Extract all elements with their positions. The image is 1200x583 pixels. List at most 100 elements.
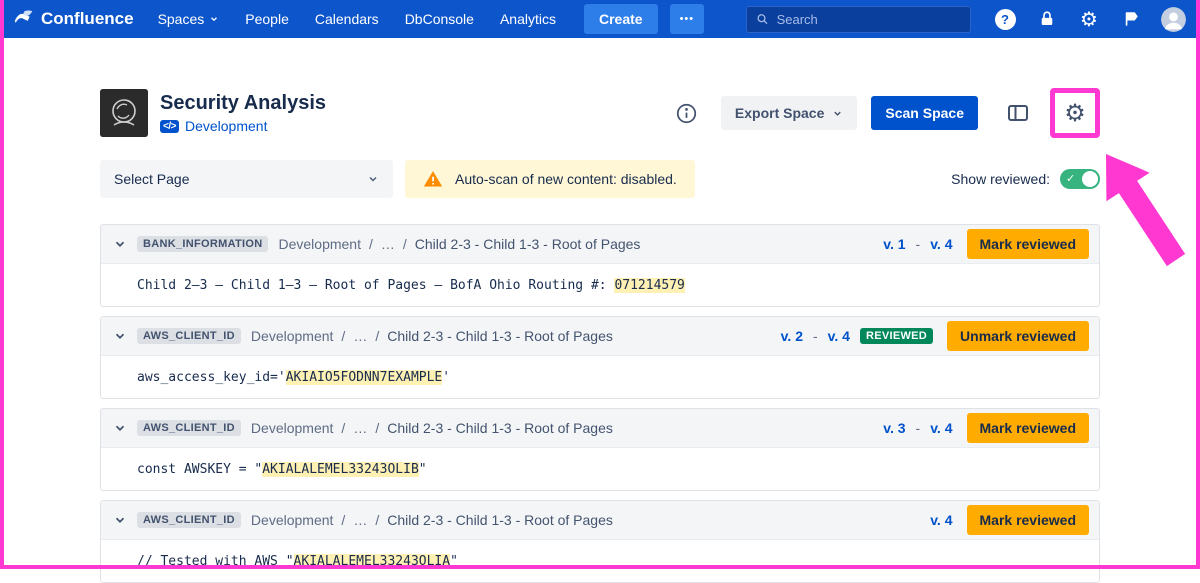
check-icon: ✓ (1066, 172, 1075, 185)
nav-item-label: Analytics (500, 11, 556, 27)
nav-item-label: DbConsole (405, 11, 474, 27)
mark-reviewed-button[interactable]: Mark reviewed (967, 505, 1090, 535)
filter-row: Select Page Auto-scan of new content: di… (100, 160, 1100, 198)
findings-list: BANK_INFORMATION Development / … / Child… (100, 224, 1100, 583)
finding-type-badge: AWS_CLIENT_ID (137, 328, 241, 344)
page-title: Security Analysis (160, 92, 326, 115)
version-to-link[interactable]: v. 4 (930, 236, 952, 252)
breadcrumb-ellipsis[interactable]: … (353, 328, 367, 344)
confluence-home-link[interactable]: Confluence (14, 7, 134, 32)
nav-more-button[interactable]: ••• (670, 4, 705, 34)
main-content: Security Analysis </> Development Export… (100, 38, 1100, 583)
flag-icon (1122, 10, 1140, 28)
gear-icon: ⚙ (1064, 101, 1086, 125)
nav-item-dbconsole[interactable]: DbConsole (405, 11, 474, 27)
export-space-label: Export Space (735, 105, 824, 121)
warning-text: Auto-scan of new content: disabled. (455, 171, 677, 187)
help-button[interactable]: ? (993, 7, 1017, 31)
breadcrumb-space-link[interactable]: Development (278, 236, 361, 252)
mark-reviewed-button[interactable]: Mark reviewed (967, 229, 1090, 259)
flag-button[interactable] (1119, 7, 1143, 31)
lock-button[interactable] (1035, 7, 1059, 31)
version-to-link[interactable]: v. 4 (930, 420, 952, 436)
finding-type-badge: AWS_CLIENT_ID (137, 512, 241, 528)
annotation-highlight-box: ⚙ (1050, 88, 1100, 138)
collapse-chevron-icon[interactable] (113, 237, 127, 251)
brand-name: Confluence (41, 9, 134, 29)
nav-item-label: Spaces (158, 11, 205, 27)
finding-snippet: const AWSKEY = "AKIALALEMEL33243OLIB" (101, 447, 1099, 490)
export-space-button[interactable]: Export Space (721, 96, 857, 130)
breadcrumb-space-link[interactable]: Development (251, 420, 334, 436)
unmark-reviewed-button[interactable]: Unmark reviewed (947, 321, 1089, 351)
breadcrumb-page-link[interactable]: Child 2-3 - Child 1-3 - Root of Pages (415, 236, 641, 252)
breadcrumb: Development / … / Child 2-3 - Child 1-3 … (251, 512, 613, 528)
settings-button[interactable]: ⚙ (1077, 7, 1101, 31)
space-settings-button[interactable]: ⚙ (1057, 95, 1093, 131)
nav-item-analytics[interactable]: Analytics (500, 11, 556, 27)
show-reviewed-toggle[interactable]: ✓ (1060, 169, 1100, 189)
gear-icon: ⚙ (1080, 9, 1098, 29)
breadcrumb: Development / … / Child 2-3 - Child 1-3 … (278, 236, 640, 252)
nav-item-people[interactable]: People (245, 11, 289, 27)
collapse-chevron-icon[interactable] (113, 329, 127, 343)
version-from-link[interactable]: v. 3 (883, 420, 905, 436)
user-avatar[interactable] (1161, 7, 1186, 32)
secret-match: 071214579 (614, 278, 684, 293)
scan-space-button[interactable]: Scan Space (871, 96, 978, 130)
finding-type-badge: AWS_CLIENT_ID (137, 420, 241, 436)
breadcrumb-page-link[interactable]: Child 2-3 - Child 1-3 - Root of Pages (387, 328, 613, 344)
reviewed-badge: REVIEWED (860, 328, 933, 344)
toggle-knob (1082, 171, 1098, 187)
finding-header[interactable]: BANK_INFORMATION Development / … / Child… (101, 225, 1099, 263)
finding-type-badge: BANK_INFORMATION (137, 236, 268, 252)
code-text: " (419, 462, 427, 477)
breadcrumb-ellipsis[interactable]: … (381, 236, 395, 252)
breadcrumb-page-link[interactable]: Child 2-3 - Child 1-3 - Root of Pages (387, 512, 613, 528)
annotation-arrow (1098, 150, 1193, 275)
code-icon: </> (160, 120, 179, 133)
breadcrumb-page-link[interactable]: Child 2-3 - Child 1-3 - Root of Pages (387, 420, 613, 436)
collapse-chevron-icon[interactable] (113, 421, 127, 435)
create-button[interactable]: Create (584, 4, 658, 34)
warning-icon (423, 169, 443, 189)
version-to-link[interactable]: v. 4 (828, 328, 850, 344)
help-icon: ? (995, 9, 1016, 30)
select-page-dropdown[interactable]: Select Page (100, 160, 393, 198)
chevron-down-icon (209, 14, 219, 24)
search-box[interactable] (746, 6, 971, 33)
space-avatar[interactable] (100, 89, 148, 137)
code-text: " (450, 554, 458, 569)
version-from-link[interactable]: v. 1 (883, 236, 905, 252)
breadcrumb-separator: / (375, 420, 379, 436)
mark-reviewed-button[interactable]: Mark reviewed (967, 413, 1090, 443)
lock-icon (1038, 10, 1056, 28)
info-button[interactable] (676, 103, 697, 124)
version-from-link[interactable]: v. 2 (781, 328, 803, 344)
collapse-chevron-icon[interactable] (113, 513, 127, 527)
version-to-link[interactable]: v. 4 (930, 512, 952, 528)
breadcrumb-ellipsis[interactable]: … (353, 512, 367, 528)
breadcrumb-space-link[interactable]: Development (251, 512, 334, 528)
finding-header[interactable]: AWS_CLIENT_ID Development / … / Child 2-… (101, 501, 1099, 539)
version-separator: - (813, 328, 818, 344)
code-text: aws_access_key_id=' (137, 370, 286, 385)
primary-nav: Spaces People Calendars DbConsole Analyt… (158, 11, 556, 27)
nav-item-calendars[interactable]: Calendars (315, 11, 379, 27)
space-link-development[interactable]: Development (185, 118, 268, 134)
finding-header[interactable]: AWS_CLIENT_ID Development / … / Child 2-… (101, 317, 1099, 355)
breadcrumb-ellipsis[interactable]: … (353, 420, 367, 436)
breadcrumb-separator: / (341, 328, 345, 344)
breadcrumb-separator: / (375, 328, 379, 344)
space-header: Security Analysis </> Development Export… (100, 84, 1100, 142)
finding-header[interactable]: AWS_CLIENT_ID Development / … / Child 2-… (101, 409, 1099, 447)
version-separator: - (916, 420, 921, 436)
finding-snippet: aws_access_key_id='AKIAIO5FODNN7EXAMPLE' (101, 355, 1099, 398)
panel-toggle-button[interactable] (1000, 95, 1036, 131)
search-input[interactable] (777, 12, 961, 27)
nav-item-label: People (245, 11, 289, 27)
nav-item-spaces[interactable]: Spaces (158, 11, 220, 27)
finding-card: AWS_CLIENT_ID Development / … / Child 2-… (100, 316, 1100, 399)
breadcrumb-space-link[interactable]: Development (251, 328, 334, 344)
chevron-down-icon (367, 173, 379, 185)
